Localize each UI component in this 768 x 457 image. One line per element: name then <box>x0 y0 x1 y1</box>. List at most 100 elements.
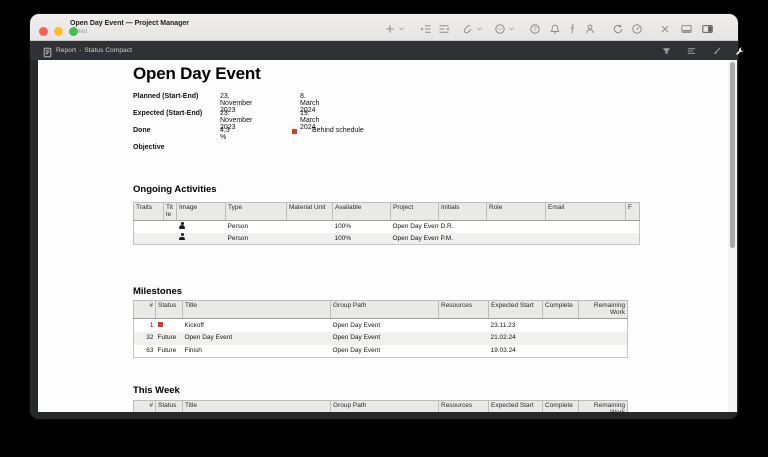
table-cell <box>487 221 546 233</box>
column-header: Expected Start <box>488 300 543 319</box>
person-icon <box>179 221 186 229</box>
column-header: Initials <box>438 202 487 221</box>
table-cell: 23.11.23 <box>490 321 516 329</box>
person-resources-icon[interactable] <box>583 22 596 35</box>
column-header: Project <box>390 202 439 221</box>
scrollbar-thumb[interactable] <box>730 62 735 248</box>
section-heading-ongoing: Ongoing Activities <box>133 184 217 195</box>
this-week-table: # Status Title Group Path Resources Expected … <box>133 400 628 412</box>
table-cell <box>578 318 628 332</box>
minimize-window-button[interactable] <box>54 27 63 36</box>
filter-funnel-icon[interactable] <box>660 45 672 57</box>
table-cell: Future <box>155 331 183 345</box>
column-header: F <box>625 202 640 221</box>
table-cell <box>177 221 226 233</box>
column-header: # <box>133 300 156 319</box>
window-title: Open Day Event — Project Manager <box>70 20 190 27</box>
column-header: Role <box>486 202 546 221</box>
table-row[interactable]: 32 Future Open Day Event Open Day Event 21.0… <box>133 331 628 345</box>
section-heading-milestones: Milestones <box>133 286 183 297</box>
breadcrumb-status-compact[interactable]: Status Compact <box>84 47 132 54</box>
milestones-table: # Status Title Group Path Resources Expected … <box>133 300 628 358</box>
table-cell <box>163 232 177 245</box>
table-cell <box>133 232 164 245</box>
table-row[interactable]: 63 Future Finish Open Day Event 19.03.24 <box>133 344 628 358</box>
table-row[interactable]: Person 100% Open Day Event P.M. <box>133 232 640 245</box>
close-x-icon[interactable] <box>658 22 671 35</box>
table-cell <box>578 331 628 345</box>
column-header: Traits <box>133 202 164 221</box>
settings-wrench-icon[interactable] <box>733 45 745 57</box>
table-cell <box>438 331 489 345</box>
field-label: Objective <box>133 144 165 151</box>
column-header: Complete <box>542 400 579 412</box>
table-cell <box>625 220 640 233</box>
vertical-scrollbar[interactable] <box>728 60 737 412</box>
column-header: Resources <box>438 400 489 412</box>
done-percent: 4,3 % <box>220 127 230 141</box>
style-brush-icon[interactable] <box>710 45 722 57</box>
field-label: Done <box>133 127 151 134</box>
bottom-panel-icon[interactable] <box>680 22 693 35</box>
close-window-button[interactable] <box>39 27 48 36</box>
gauge-icon[interactable] <box>630 22 643 35</box>
attach-icon[interactable] <box>461 22 474 35</box>
table-cell <box>439 319 489 332</box>
table-cell: Open Day Event <box>330 344 439 358</box>
table-cell: 1 <box>133 318 156 332</box>
table-cell <box>625 232 640 245</box>
table-cell: 100% <box>334 223 352 231</box>
column-header: Image <box>176 202 226 221</box>
flag-icon[interactable] <box>566 22 579 35</box>
table-cell: Open Day Event <box>390 232 439 245</box>
add-chevron-icon[interactable] <box>397 22 405 35</box>
field-label: Expected (Start-End) <box>133 110 203 117</box>
column-header: Title <box>182 400 331 412</box>
table-cell: 32 <box>133 331 156 345</box>
outdent-icon[interactable] <box>437 22 450 35</box>
column-header: Complete <box>542 300 579 319</box>
table-header-row: Traits Title Image Type Material Unit Availab… <box>133 202 640 221</box>
table-cell: Future <box>155 344 183 358</box>
report-page: Open Day Event Planned (Start-End) 23. N… <box>38 60 728 412</box>
person-icon <box>179 233 186 241</box>
table-header-row: # Status Title Group Path Resources Expected … <box>133 300 628 319</box>
table-header-row: # Status Title Group Path Resources Expected … <box>133 400 628 412</box>
column-header: Title <box>182 300 331 319</box>
sync-icon[interactable] <box>611 22 624 35</box>
report-title: Open Day Event <box>133 64 261 83</box>
attach-chevron-icon[interactable] <box>475 22 483 35</box>
column-header: Email <box>545 202 626 221</box>
report-preview-area: Open Day Event Planned (Start-End) 23. N… <box>30 60 738 419</box>
app-window: Open Day Event — Project Manager Edited … <box>30 14 743 419</box>
notifications-bell-icon[interactable] <box>548 22 561 35</box>
breadcrumb-report[interactable]: Report <box>56 47 76 54</box>
table-row[interactable]: 1 Kickoff Open Day Event 23.11.23 <box>133 318 628 332</box>
column-header: Available <box>332 202 391 221</box>
more-circle-icon[interactable] <box>493 22 506 35</box>
table-cell: Kickoff <box>184 321 204 329</box>
table-cell: 19.03.24 <box>488 344 543 358</box>
table-cell: Open Day Event <box>182 331 331 345</box>
more-chevron-icon[interactable] <box>507 22 515 35</box>
table-cell <box>578 344 628 358</box>
help-icon[interactable]: ? <box>528 22 541 35</box>
outline-lines-icon[interactable] <box>685 45 697 57</box>
table-row[interactable]: Person 100% Open Day Event D.R. <box>133 220 640 233</box>
table-cell <box>156 319 183 332</box>
table-cell <box>542 344 579 358</box>
right-panel-icon[interactable] <box>701 22 714 35</box>
column-header: Group Path <box>330 300 439 319</box>
table-cell <box>543 319 579 332</box>
column-header: Group Path <box>330 400 439 412</box>
table-cell <box>546 221 626 233</box>
column-header: Status <box>155 300 183 319</box>
add-icon[interactable] <box>383 22 396 35</box>
table-cell: P.M. <box>438 232 487 245</box>
indent-icon[interactable] <box>419 22 432 35</box>
table-cell <box>176 232 226 245</box>
table-cell: 63 <box>133 344 156 358</box>
table-cell <box>542 331 579 345</box>
section-heading-this-week: This Week <box>133 385 180 396</box>
column-header: Type <box>225 202 287 221</box>
